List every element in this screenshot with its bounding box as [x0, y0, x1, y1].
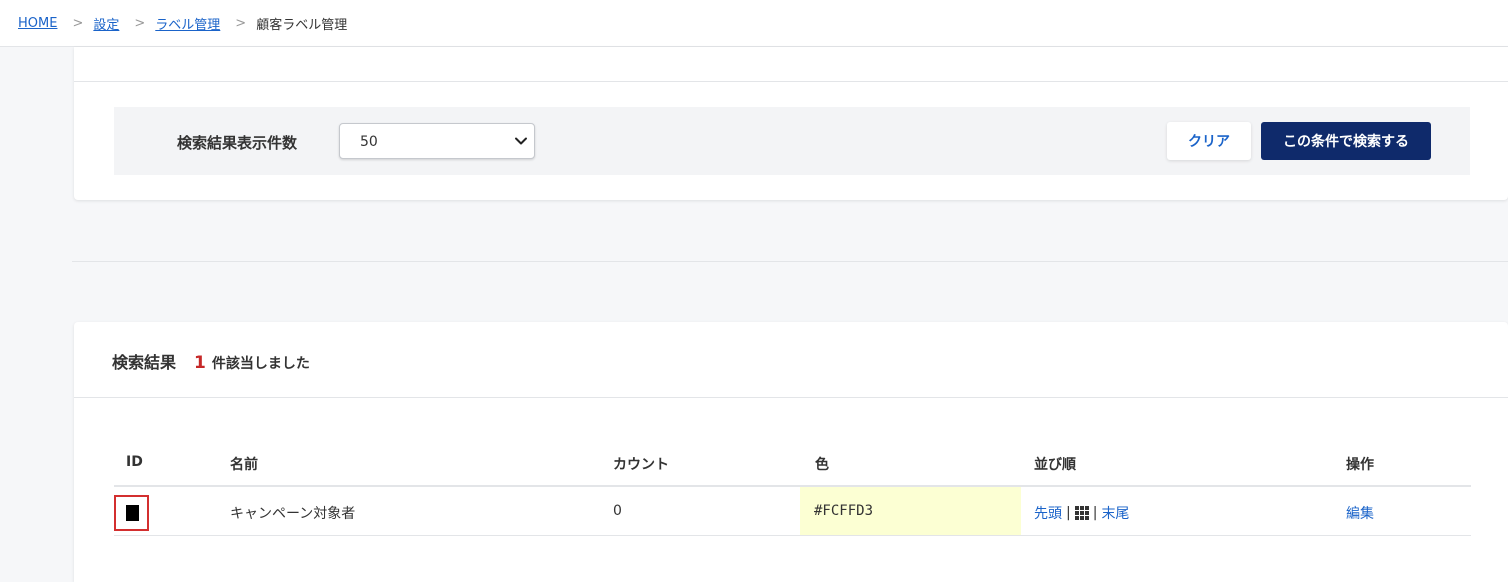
results-count: 1 [194, 353, 206, 373]
color-hex: #FCFFD3 [814, 503, 874, 519]
breadcrumb-separator: > [72, 16, 84, 31]
clear-button[interactable]: クリア [1167, 122, 1251, 160]
column-header-id: ID [126, 454, 143, 470]
column-header-actions: 操作 [1346, 457, 1374, 473]
per-page-label: 検索結果表示件数 [177, 134, 298, 152]
column-header-count: カウント [613, 457, 669, 473]
redaction-block [126, 505, 139, 521]
breadcrumb: HOME > 設定 > ラベル管理 > 顧客ラベル管理 [18, 14, 347, 33]
breadcrumb-separator: > [134, 16, 146, 31]
search-button[interactable]: この条件で検索する [1261, 122, 1431, 160]
breadcrumb-current: 顧客ラベル管理 [256, 18, 348, 33]
results-count-suffix: 件該当しました [211, 356, 310, 372]
search-results-card: 検索結果 1 件該当しました ID 名前 カウント 色 並び順 操作 キャンペー… [74, 322, 1508, 582]
section-divider [72, 261, 1508, 262]
order-separator: | [1092, 505, 1098, 521]
id-cell-redacted [114, 495, 149, 531]
table-row: キャンペーン対象者 0 #FCFFD3 先頭 | | 末尾 編集 [114, 487, 1471, 536]
divider [74, 397, 1508, 398]
chevron-down-icon [515, 137, 527, 145]
order-controls: 先頭 | | 末尾 [1034, 503, 1129, 523]
move-to-first-link[interactable]: 先頭 [1034, 503, 1062, 523]
table-header-row: ID 名前 カウント 色 並び順 操作 [114, 440, 1471, 487]
column-header-name: 名前 [230, 457, 258, 473]
column-header-order: 並び順 [1034, 457, 1076, 473]
edit-link[interactable]: 編集 [1346, 503, 1374, 523]
results-header: 検索結果 1 件該当しました [112, 349, 310, 373]
breadcrumb-settings[interactable]: 設定 [93, 14, 119, 33]
order-separator: | [1066, 505, 1071, 521]
results-table: ID 名前 カウント 色 並び順 操作 キャンペーン対象者 0 #FCFFD3 … [114, 440, 1471, 536]
per-page-select[interactable]: 50 [339, 123, 535, 159]
breadcrumb-home[interactable]: HOME [18, 16, 57, 31]
color-swatch-cell: #FCFFD3 [800, 487, 1021, 535]
results-title: 検索結果 [112, 353, 177, 372]
top-bar: HOME > 設定 > ラベル管理 > 顧客ラベル管理 [0, 0, 1508, 47]
column-header-color: 色 [815, 457, 829, 473]
breadcrumb-label-management[interactable]: ラベル管理 [155, 14, 220, 33]
drag-handle-icon[interactable] [1074, 506, 1089, 520]
move-to-last-link[interactable]: 末尾 [1101, 503, 1129, 523]
search-filter-card: 検索結果表示件数 50 クリア この条件で検索する [74, 47, 1508, 200]
label-name: キャンペーン対象者 [230, 506, 356, 522]
per-page-value: 50 [360, 134, 378, 150]
breadcrumb-separator: > [235, 16, 247, 31]
divider [74, 81, 1508, 82]
filter-row: 検索結果表示件数 50 クリア この条件で検索する [114, 107, 1470, 175]
label-count: 0 [613, 503, 622, 519]
